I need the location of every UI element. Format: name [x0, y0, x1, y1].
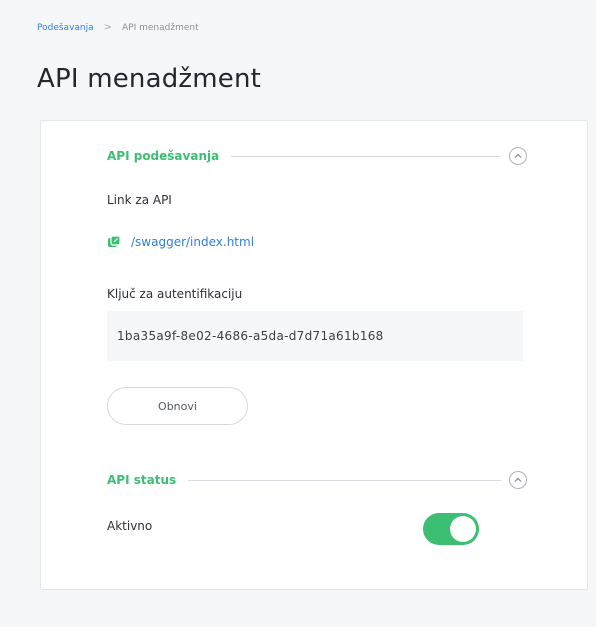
api-status-section-header: API status — [107, 470, 527, 490]
api-link[interactable]: /swagger/index.html — [107, 235, 254, 249]
breadcrumb-link-settings[interactable]: Podešavanja — [37, 23, 94, 33]
auth-key-field[interactable]: 1ba35a9f-8e02-4686-a5da-d7d71a61b168 — [107, 311, 523, 361]
breadcrumb-current: API menadžment — [122, 22, 199, 33]
auth-key-value: 1ba35a9f-8e02-4686-a5da-d7d71a61b168 — [117, 329, 384, 343]
toggle-knob — [450, 516, 476, 542]
section-divider — [188, 479, 501, 481]
breadcrumb: Podešavanja > API menadžment — [37, 22, 199, 33]
api-status-toggle[interactable] — [423, 513, 479, 545]
breadcrumb-separator: > — [103, 22, 113, 33]
external-link-icon — [108, 235, 121, 247]
chevron-up-icon — [514, 477, 522, 482]
api-settings-section-header: API podešavanja — [107, 146, 527, 166]
api-settings-card: API podešavanja Link za API /swagger/ind… — [40, 120, 588, 590]
chevron-up-icon — [514, 153, 522, 158]
api-status-section-title: API status — [107, 473, 177, 487]
collapse-api-settings-button[interactable] — [509, 147, 527, 165]
section-divider — [231, 155, 501, 157]
refresh-key-button[interactable]: Obnovi — [107, 387, 248, 425]
api-link-text[interactable]: /swagger/index.html — [131, 235, 254, 249]
collapse-api-status-button[interactable] — [509, 471, 527, 489]
api-link-label: Link za API — [107, 193, 172, 207]
auth-key-label: Ključ za autentifikaciju — [107, 287, 243, 301]
page-title: API menadžment — [37, 64, 262, 95]
status-label: Aktivno — [107, 519, 153, 533]
api-settings-section-title: API podešavanja — [107, 149, 220, 163]
